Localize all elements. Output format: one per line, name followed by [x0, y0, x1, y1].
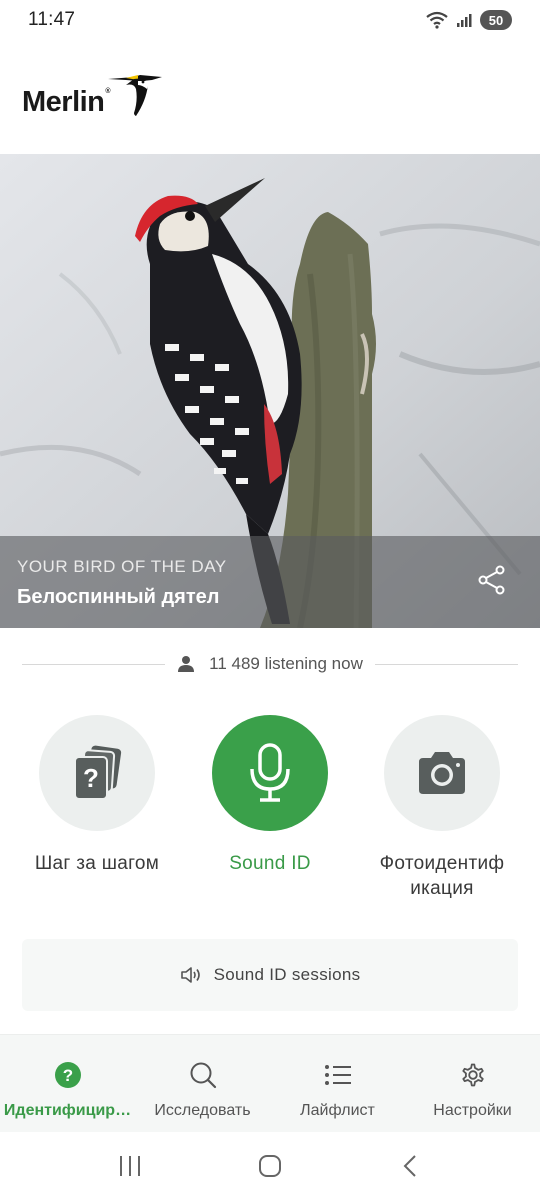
divider [22, 663, 166, 665]
recent-apps-icon [120, 1156, 140, 1176]
bird-of-the-day-card[interactable]: YOUR BIRD OF THE DAY Белоспинный дятел [0, 154, 540, 628]
nav-item-identify[interactable]: ? Идентифицир… [0, 1035, 135, 1133]
svg-text:?: ? [83, 763, 99, 793]
share-icon [478, 565, 505, 595]
step-by-step-cards-icon: ? [74, 745, 122, 800]
nav-item-settings[interactable]: Настройки [405, 1035, 540, 1133]
photo-id-button[interactable]: Фотоидентиф икация [357, 715, 527, 901]
share-button[interactable] [474, 562, 510, 598]
camera-icon [419, 752, 465, 794]
status-time: 11:47 [28, 9, 76, 30]
list-icon [324, 1065, 351, 1085]
recent-apps-button[interactable] [100, 1136, 160, 1196]
nav-item-lifelist[interactable]: Лайфлист [270, 1035, 405, 1133]
nav-item-explore[interactable]: Исследовать [135, 1035, 270, 1133]
listening-count-row: 11 489 listening now [22, 648, 518, 680]
status-bar: 11:47 50 [0, 0, 540, 40]
person-icon [178, 656, 195, 672]
nav-label-lifelist: Лайфлист [300, 1102, 375, 1119]
nav-label-identify: Идентифицир… [3, 1102, 132, 1119]
sound-id-sessions-button[interactable]: Sound ID sessions [22, 939, 518, 1011]
question-circle-icon: ? [54, 1062, 81, 1088]
bird-of-the-day-label: YOUR BIRD OF THE DAY [17, 557, 227, 576]
divider [374, 663, 518, 665]
home-icon [259, 1155, 281, 1177]
step-by-step-button[interactable]: ? Шаг за шагом [12, 715, 182, 876]
speaker-icon [180, 967, 200, 983]
sound-id-button[interactable]: Sound ID [185, 715, 355, 876]
bird-name: Белоспинный дятел [17, 586, 220, 608]
sound-id-label: Sound ID [229, 853, 311, 874]
status-icons: 50 [426, 10, 512, 30]
bottom-nav: ? Идентифицир… Исследовать Лайфлист Наст… [0, 1034, 540, 1132]
battery-indicator: 50 [480, 10, 512, 30]
wifi-icon [426, 11, 448, 29]
signal-icon [456, 12, 472, 28]
hero-caption: YOUR BIRD OF THE DAY Белоспинный дятел [0, 536, 540, 628]
nav-label-settings: Настройки [433, 1102, 512, 1119]
search-icon [190, 1062, 216, 1089]
bird-head-logo-icon [108, 75, 163, 116]
listening-count: 11 489 listening now [209, 654, 363, 673]
app-header: Merlin® [0, 40, 540, 154]
svg-text:?: ? [62, 1066, 72, 1085]
photo-id-label: Фотоидентиф икация [379, 853, 505, 899]
nav-label-explore: Исследовать [154, 1102, 251, 1119]
identify-actions: ? Шаг за шагом Sound ID Фотоидентиф икац… [0, 715, 540, 915]
microphone-icon [250, 743, 290, 802]
logo-text: Merlin® [22, 86, 111, 118]
back-button[interactable] [380, 1136, 440, 1196]
gear-icon [461, 1063, 484, 1087]
merlin-logo: Merlin® [22, 66, 170, 117]
back-icon [403, 1155, 416, 1177]
sessions-label: Sound ID sessions [213, 965, 361, 984]
step-by-step-label: Шаг за шагом [34, 853, 160, 874]
system-nav-bar [0, 1132, 540, 1200]
home-button[interactable] [240, 1136, 300, 1196]
